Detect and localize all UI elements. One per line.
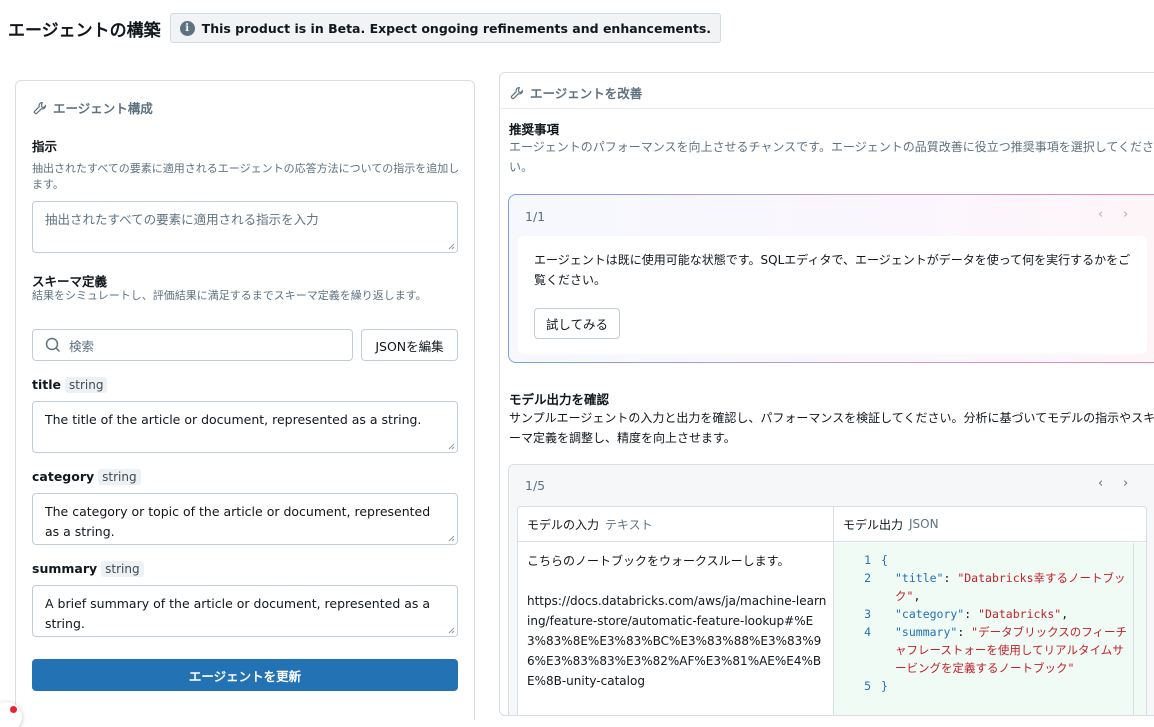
beta-badge: i This product is in Beta. Expect ongoin… <box>169 13 722 43</box>
instructions-description: 抽出されたすべての要素に適用されるエージェントの応答方法についての指示を追加しま… <box>32 162 460 191</box>
field-summary-input[interactable]: A brief summary of the article or docume… <box>32 585 458 637</box>
agent-config-header: エージェント構成 <box>33 98 153 117</box>
model-output-counter: 1/5 <box>525 478 546 493</box>
search-placeholder: 検索 <box>69 338 95 354</box>
field-category-name: category <box>32 469 95 484</box>
instructions-input[interactable]: 抽出されたすべての要素に適用される指示を入力 <box>32 201 458 253</box>
next-chevron-icon[interactable]: › <box>1123 207 1128 222</box>
model-input-text: こちらのノートブックをウォークスルーします。 https://docs.data… <box>527 551 827 691</box>
json-value-category: "Databricks" <box>978 607 1062 621</box>
notification-dot-icon <box>10 706 17 713</box>
edit-json-button[interactable]: JSONを編集 <box>361 329 458 361</box>
recommendation-card: 1/1 ‹ › エージェントは既に使用可能な状態です。SQLエディタで、エージェ… <box>508 194 1154 363</box>
input-column-header: モデルの入力 テキスト <box>518 507 833 542</box>
prev-chevron-icon[interactable]: ‹ <box>1098 207 1103 222</box>
schema-description: 結果をシミュレートし、評価結果に満足するまでスキーマ定義を繰り返します。 <box>32 289 427 302</box>
output-type-label: JSON <box>909 517 939 531</box>
field-category-type: string <box>98 469 141 485</box>
schema-search-input[interactable]: 検索 <box>32 329 353 361</box>
output-header-label: モデル出力 <box>843 517 904 532</box>
field-title-input[interactable]: The title of the article or document, re… <box>32 401 458 453</box>
json-key-category: "category" <box>895 607 965 621</box>
recommendations-label: 推奨事項 <box>509 122 560 137</box>
recommendation-body: エージェントは既に使用可能な状態です。SQLエディタで、エージェントがデータを使… <box>518 236 1147 354</box>
code-scrollbar[interactable] <box>1133 543 1146 715</box>
next-chevron-icon[interactable]: › <box>1123 476 1128 491</box>
field-category-input[interactable]: The category or topic of the article or … <box>32 493 458 545</box>
field-summary-label: summary string <box>32 561 144 577</box>
try-it-button[interactable]: 試してみる <box>534 308 620 339</box>
recommendations-description: エージェントのパフォーマンスを向上させるチャンスです。エージェントの品質改善に役… <box>509 140 1154 174</box>
improve-agent-header: エージェントを改善 <box>510 83 642 102</box>
model-output-label: モデル出力を確認 <box>509 392 610 407</box>
input-line: こちらのノートブックをウォークスルーします。 <box>527 554 790 568</box>
header-divider <box>500 108 1154 109</box>
wrench-icon <box>510 86 524 99</box>
model-output-card: 1/5 ‹ › モデルの入力 テキスト モデル出力 JSON こちらのノートブッ… <box>508 464 1154 715</box>
field-summary-type: string <box>101 561 144 577</box>
recommendation-message: エージェントは既に使用可能な状態です。SQLエディタで、エージェントがデータを使… <box>534 253 1131 287</box>
field-category-label: category string <box>32 469 141 485</box>
beta-text: This product is in Beta. Expect ongoing … <box>201 20 712 36</box>
instructions-label: 指示 <box>32 139 58 154</box>
field-summary-name: summary <box>32 561 98 576</box>
page-title: エージェントの構築 <box>8 20 161 41</box>
info-icon: i <box>179 20 195 36</box>
field-title-value: The title of the article or document, re… <box>45 412 422 427</box>
input-header-label: モデルの入力 <box>527 517 600 532</box>
search-icon <box>45 337 61 353</box>
field-category-value: The category or topic of the article or … <box>45 504 431 539</box>
input-url: https://docs.databricks.com/aws/ja/machi… <box>527 594 827 688</box>
field-title-label: title string <box>32 377 108 393</box>
resize-grip-icon[interactable] <box>447 534 455 542</box>
recommendation-counter: 1/1 <box>525 209 546 224</box>
update-agent-button[interactable]: エージェントを更新 <box>32 659 458 691</box>
json-key-title: "title" <box>895 571 944 585</box>
resize-grip-icon[interactable] <box>447 242 455 250</box>
improve-agent-title: エージェントを改善 <box>530 86 643 101</box>
resize-grip-icon[interactable] <box>447 442 455 450</box>
prev-chevron-icon[interactable]: ‹ <box>1098 476 1103 491</box>
resize-grip-icon[interactable] <box>447 626 455 634</box>
io-table: モデルの入力 テキスト モデル出力 JSON こちらのノートブックをウォークスル… <box>517 506 1147 715</box>
json-key-summary: "summary" <box>895 625 958 639</box>
improve-agent-panel: エージェントを改善 推奨事項 エージェントのパフォーマンスを向上させるチャンスで… <box>499 72 1154 716</box>
field-title-name: title <box>32 377 61 392</box>
field-title-type: string <box>65 377 108 393</box>
model-output-json: 1{ 2 "title": "Databricks幸するノートブック", 3 "ca… <box>834 543 1134 715</box>
model-output-description: サンプルエージェントの入力と出力を確認し、パフォーマンスを検証してください。分析… <box>509 411 1154 445</box>
output-column-header: モデル出力 JSON <box>834 507 1146 542</box>
agent-config-panel: エージェント構成 指示 抽出されたすべての要素に適用されるエージェントの応答方法… <box>15 80 475 720</box>
page-header: エージェントの構築 i This product is in Beta. Exp… <box>8 13 722 43</box>
agent-config-title: エージェント構成 <box>53 101 153 116</box>
instructions-placeholder: 抽出されたすべての要素に適用される指示を入力 <box>45 212 319 227</box>
input-type-label: テキスト <box>605 517 653 532</box>
wrench-icon <box>33 101 47 114</box>
field-summary-value: A brief summary of the article or docume… <box>45 596 431 631</box>
